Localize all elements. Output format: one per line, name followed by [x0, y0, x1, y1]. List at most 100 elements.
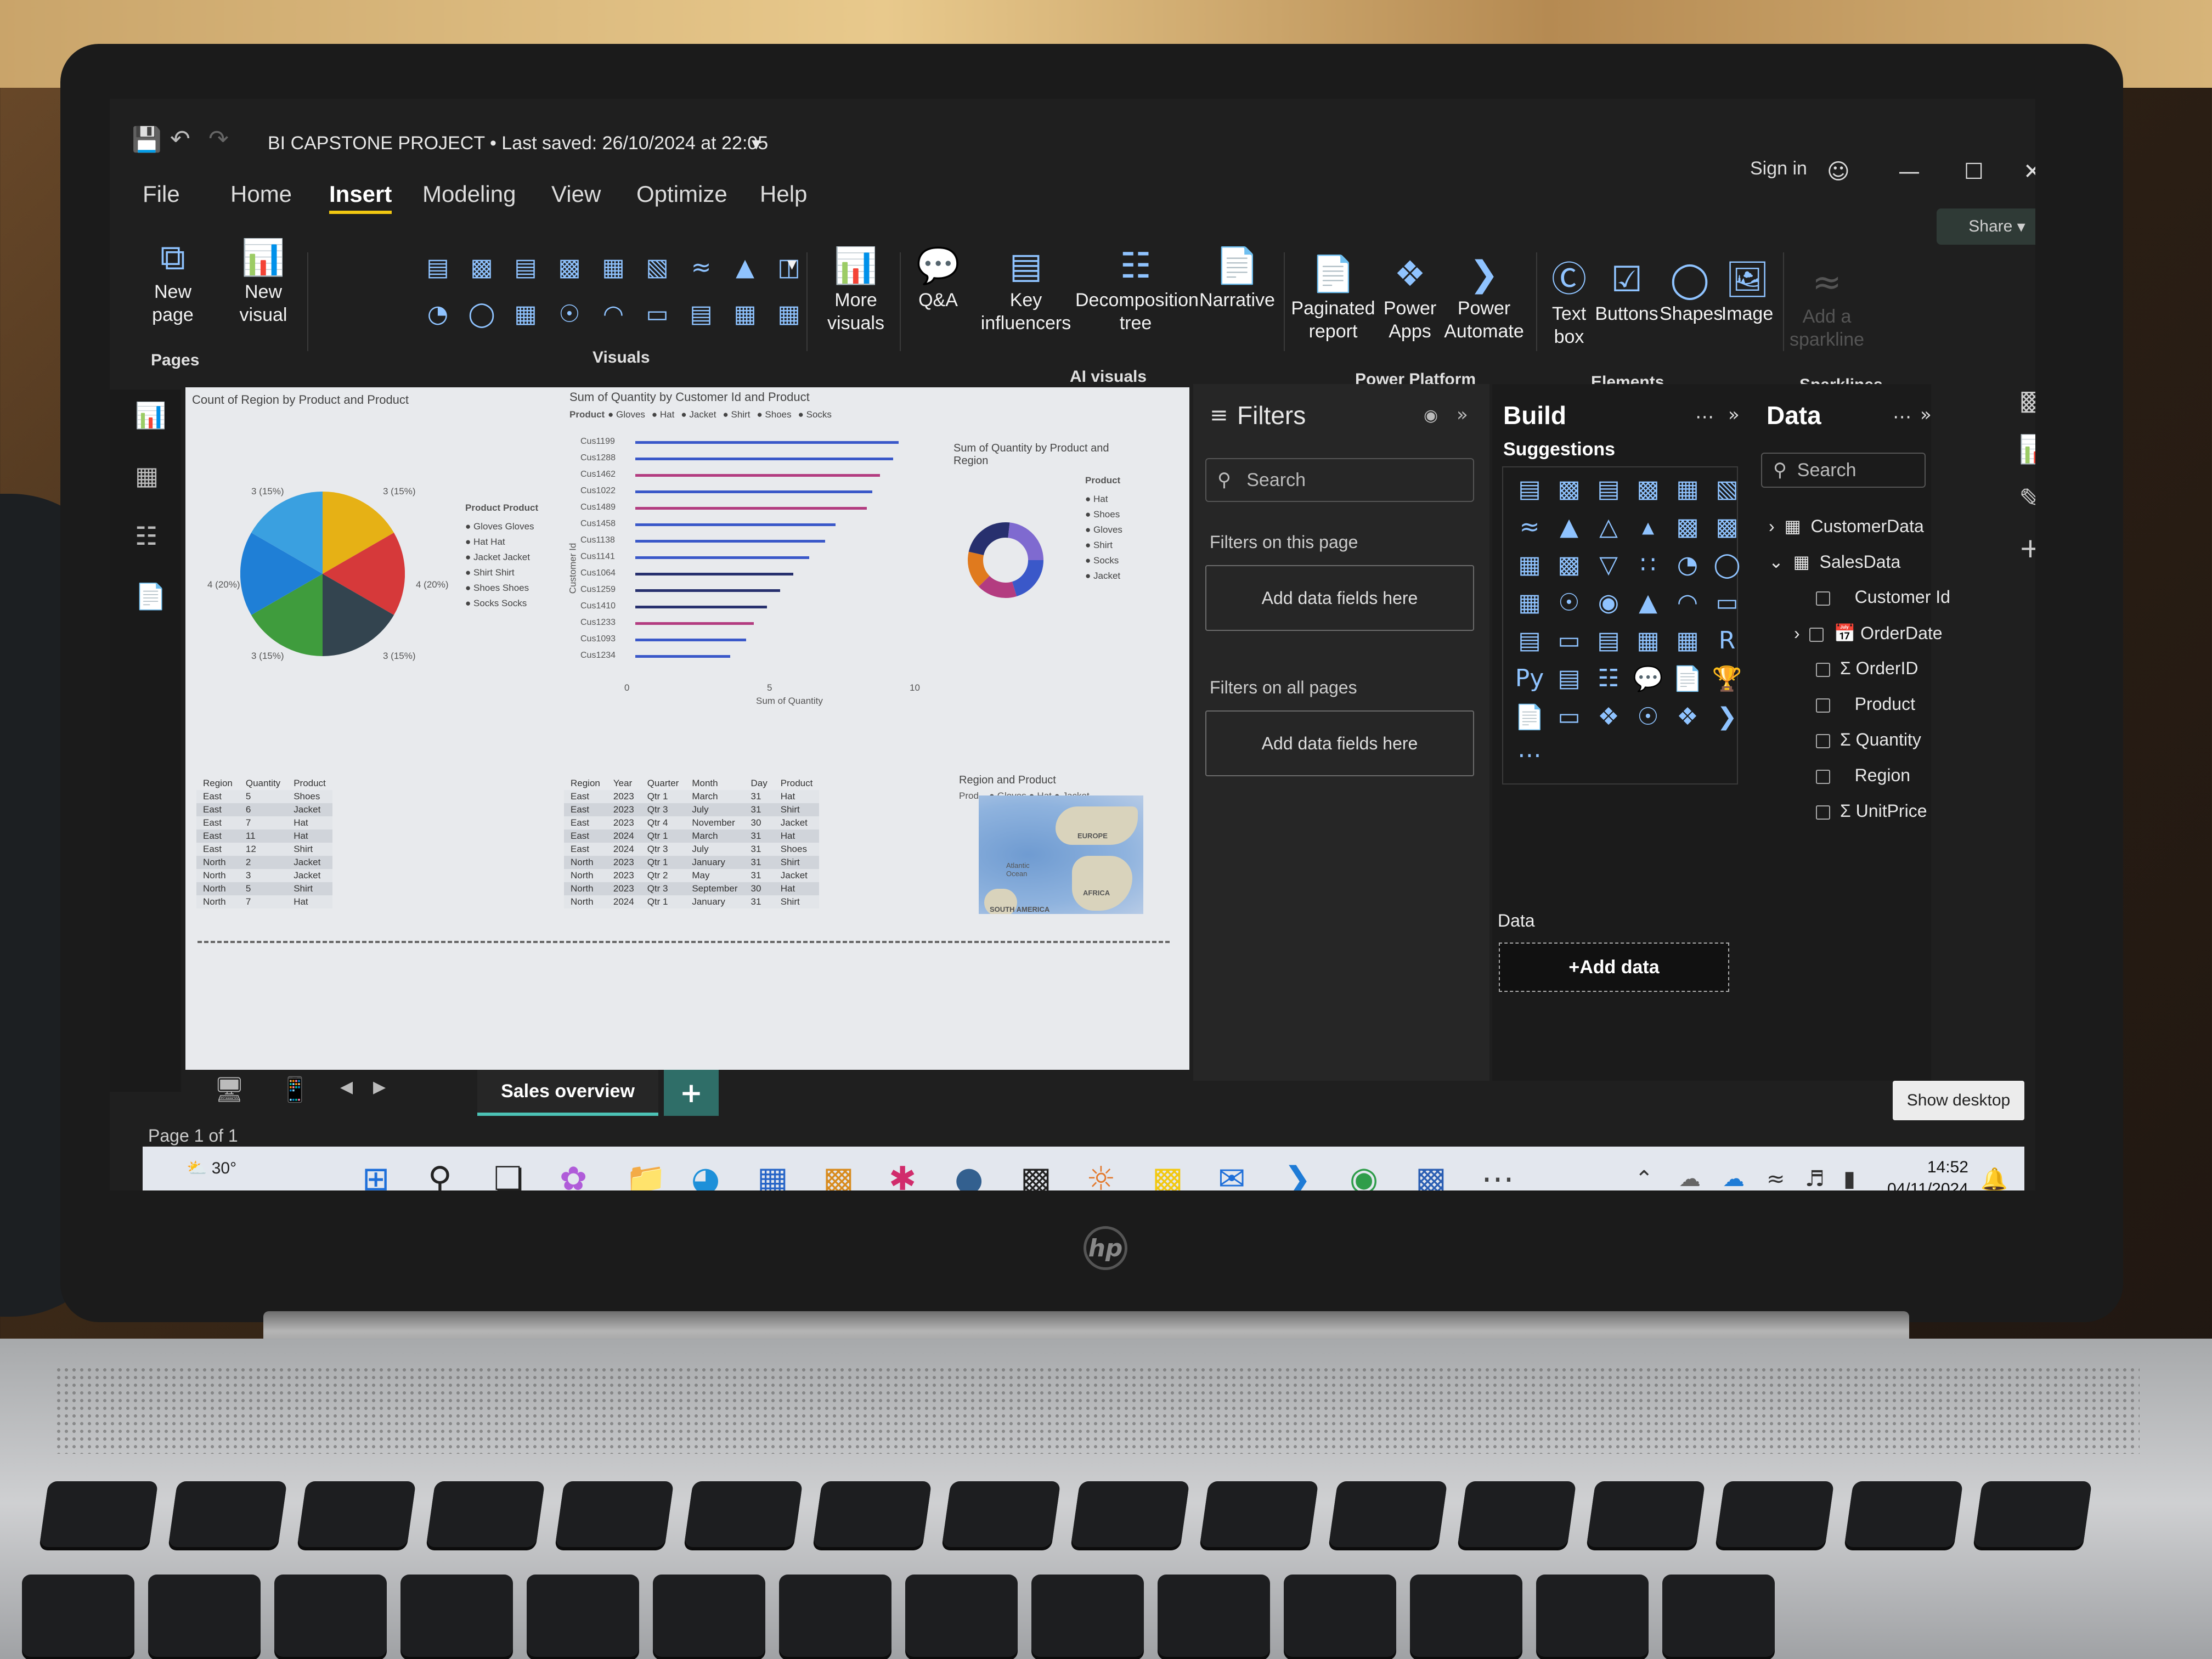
power-apps-icon[interactable]: ❖: [1590, 703, 1627, 738]
goals-icon[interactable]: 🏆: [1708, 664, 1746, 699]
collapse-build-icon[interactable]: »: [1728, 404, 1740, 426]
more-options-icon[interactable]: ⋯: [1893, 406, 1911, 428]
power-apps-icon[interactable]: ❖: [1669, 703, 1706, 738]
table-view-icon[interactable]: ▦: [135, 461, 159, 490]
slicer-icon[interactable]: ▤: [680, 300, 722, 339]
area-chart-icon[interactable]: ▲: [724, 253, 766, 292]
tree-table-salesdata[interactable]: ⌄ ▦ SalesData: [1769, 551, 1900, 572]
bar[interactable]: [635, 441, 899, 444]
jupyter-icon[interactable]: ☼: [1086, 1160, 1116, 1190]
copilot-icon[interactable]: ✿: [560, 1160, 587, 1190]
bar-100-icon[interactable]: ▦: [1669, 475, 1706, 510]
donut-chart-icon[interactable]: ◯: [461, 300, 503, 339]
table-icon[interactable]: ▦: [724, 300, 766, 339]
table-row[interactable]: East 2024 Qtr 3 July 31 Shoes: [564, 843, 820, 856]
key-influencers-button[interactable]: ▤ Key influencers: [977, 247, 1075, 335]
store-icon[interactable]: ▦: [757, 1160, 788, 1190]
field-checkbox[interactable]: [1816, 591, 1830, 606]
table-row[interactable]: East 7 Hat: [196, 816, 332, 830]
postgres-icon[interactable]: ●: [955, 1160, 983, 1190]
field-quantity[interactable]: Σ Quantity: [1816, 730, 1921, 750]
table-header-cell[interactable]: Quantity: [239, 777, 287, 790]
table-row[interactable]: East 2024 Qtr 1 March 31 Hat: [564, 830, 820, 843]
bar[interactable]: [635, 639, 746, 641]
power-automate-icon[interactable]: ❯: [1708, 703, 1746, 738]
table-visual-region-date[interactable]: Region Year Quarter Month Day Product East 202…: [564, 777, 820, 909]
terminal-icon[interactable]: ▩: [1020, 1160, 1052, 1190]
field-checkbox[interactable]: [1816, 805, 1830, 820]
weather-widget[interactable]: ⛅ 30°: [187, 1159, 236, 1178]
qa-icon[interactable]: 💬: [1629, 664, 1667, 699]
chevron-up-icon[interactable]: ⌃: [1635, 1166, 1654, 1190]
table-row[interactable]: North 2 Jacket: [196, 856, 332, 869]
tab-optimize[interactable]: Optimize: [636, 181, 727, 207]
scatter-icon[interactable]: ∷: [1629, 551, 1667, 585]
visuals-expand-icon[interactable]: ▾: [787, 252, 797, 275]
funnel-icon[interactable]: ▽: [1590, 551, 1627, 585]
stacked-column-icon[interactable]: ▩: [1550, 475, 1588, 510]
field-checkbox[interactable]: [1816, 662, 1830, 677]
add-pane-icon[interactable]: +: [2019, 532, 2035, 564]
table-row[interactable]: East 2023 Qtr 3 July 31 Shirt: [564, 803, 820, 816]
waterfall-icon[interactable]: ▩: [1550, 551, 1588, 585]
wifi-icon[interactable]: ≈: [1767, 1166, 1785, 1190]
data-search-input[interactable]: ⚲ Search: [1761, 453, 1926, 488]
field-region[interactable]: Region: [1816, 765, 1910, 786]
table-row[interactable]: North 5 Shirt: [196, 882, 332, 895]
matrix-icon[interactable]: ▦: [1669, 627, 1706, 661]
decomposition-tree-icon[interactable]: ☷: [1590, 664, 1627, 699]
stacked-100-icon[interactable]: ▦: [592, 253, 634, 292]
more-options-icon[interactable]: ⋯: [1695, 406, 1714, 428]
multirow-card-icon[interactable]: ▤: [1511, 627, 1548, 661]
add-sparkline-button[interactable]: ≈ Add a sparkline: [1788, 263, 1865, 351]
stacked-bar-icon[interactable]: ▤: [1511, 475, 1548, 510]
desktop-layout-icon[interactable]: 🖥: [214, 1075, 245, 1104]
new-visual-button[interactable]: 📊 New visual: [225, 239, 302, 326]
table-row[interactable]: East 12 Shirt: [196, 843, 332, 856]
tab-view[interactable]: View: [551, 181, 601, 207]
treemap-icon[interactable]: ▦: [505, 300, 546, 339]
gauge-icon[interactable]: ◠: [1669, 589, 1706, 623]
matrix-icon[interactable]: ▦: [768, 300, 810, 339]
collapse-data-icon[interactable]: »: [1920, 404, 1932, 426]
table-row[interactable]: North 7 Hat: [196, 895, 332, 909]
sign-in-link[interactable]: Sign in: [1750, 158, 1807, 179]
field-checkbox[interactable]: [1816, 769, 1830, 784]
legend-item[interactable]: ● Gloves Gloves: [465, 519, 534, 534]
add-data-button[interactable]: +Add data: [1499, 943, 1729, 992]
new-page-button[interactable]: ⧉ New page: [132, 239, 214, 326]
outlook-icon[interactable]: ✉: [1218, 1160, 1245, 1190]
page-tab-sales-overview[interactable]: Sales overview: [477, 1070, 658, 1116]
vscode-icon[interactable]: ❯: [1284, 1160, 1311, 1190]
filters-this-page-dropzone[interactable]: Add data fields here: [1205, 565, 1474, 631]
azure-map-icon[interactable]: ▲: [1629, 589, 1667, 623]
model-view-icon[interactable]: ☷: [135, 521, 157, 551]
line-chart-icon[interactable]: ≈: [1511, 513, 1548, 548]
tab-help[interactable]: Help: [760, 181, 807, 207]
donut-chart[interactable]: [964, 519, 1047, 601]
clustered-bar-icon[interactable]: ▤: [1590, 475, 1627, 510]
filters-all-pages-dropzone[interactable]: Add data fields here: [1205, 710, 1474, 776]
table-icon[interactable]: ▦: [1629, 627, 1667, 661]
add-page-button[interactable]: +: [664, 1070, 719, 1116]
legend-item[interactable]: ● Socks: [1085, 553, 1122, 568]
table-header-cell[interactable]: Year: [607, 777, 641, 790]
table-row[interactable]: North 2024 Qtr 1 January 31 Shirt: [564, 895, 820, 909]
tab-modeling[interactable]: Modeling: [422, 181, 516, 207]
kpi-icon[interactable]: ▭: [1550, 627, 1588, 661]
slicer-icon[interactable]: ▤: [1590, 627, 1627, 661]
bar[interactable]: [635, 523, 836, 526]
stacked-bar-icon[interactable]: ▤: [417, 253, 459, 292]
notification-icon[interactable]: 🔔: [1980, 1166, 2008, 1190]
area-100-icon[interactable]: ▴: [1629, 513, 1667, 548]
buttons-button[interactable]: ☑ Buttons: [1594, 261, 1660, 325]
field-customer-id[interactable]: Customer Id: [1816, 587, 1950, 607]
table-row[interactable]: North 2023 Qtr 2 May 31 Jacket: [564, 869, 820, 882]
pie-chart[interactable]: [240, 492, 405, 656]
card-icon[interactable]: ▭: [636, 300, 678, 339]
card-new-icon[interactable]: ▭: [1550, 703, 1588, 738]
clustered-column-icon[interactable]: ▩: [1629, 475, 1667, 510]
paginated-report-button[interactable]: 📄 Paginated report: [1289, 255, 1377, 343]
power-apps-button[interactable]: ❖ Power Apps: [1380, 255, 1440, 343]
minimize-icon[interactable]: —: [1898, 159, 1920, 184]
